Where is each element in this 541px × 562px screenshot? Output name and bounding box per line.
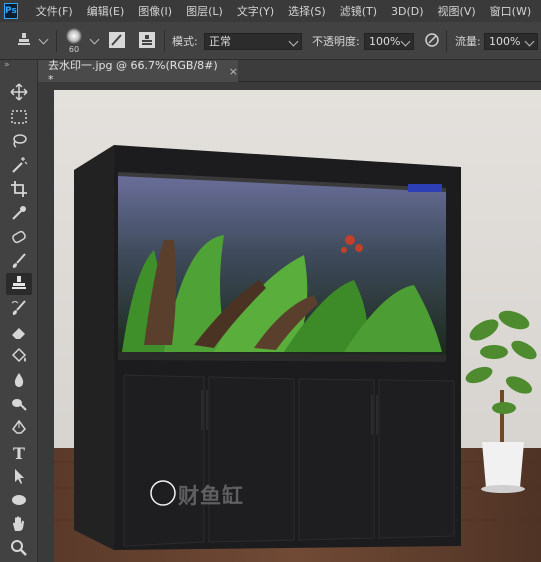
clone-stamp-preset-icon [14,30,34,53]
path-selection-tool[interactable] [6,466,32,488]
brush-preset-picker[interactable]: 60 [66,22,82,60]
brush-tip-icon [66,28,82,44]
hand-icon [10,515,28,536]
lasso-icon [10,132,28,153]
ellipse-tool[interactable] [6,490,32,512]
chevron-down-icon[interactable] [400,36,411,46]
menu-type[interactable]: 文字(Y) [237,3,274,19]
move-icon [10,82,28,104]
zoom-icon [10,539,28,560]
menu-filter[interactable]: 滤镜(T) [340,3,377,19]
mode-value: 正常 [209,35,231,48]
divider [56,30,57,52]
chevron-down-icon [38,34,49,44]
flow-value: 100% [489,34,521,48]
aquarium-photo [54,90,541,562]
blur-icon [10,371,28,392]
brush-panel-icon [108,31,126,52]
type-tool[interactable]: T [6,442,32,464]
divider [446,30,447,52]
healing-brush-icon [10,228,28,249]
crop-icon [10,180,28,201]
menu-image[interactable]: 图像(I) [138,3,172,19]
canvas-area[interactable]: 财鱼缸 [38,82,541,562]
eyedropper-tool[interactable] [6,203,32,225]
ellipse-icon [10,491,28,512]
brush-settings-toggle[interactable] [108,22,126,60]
menu-select[interactable]: 选择(S) [288,3,326,19]
tools-panel: » T [0,60,38,562]
opacity-field[interactable]: 100% [364,32,414,50]
magic-wand-tool[interactable] [6,155,32,177]
divider [164,30,165,52]
paint-bucket-tool[interactable] [6,346,32,368]
document-tab-bar: 去水印一.jpg @ 66.7%(RGB/8#) * × [38,59,541,86]
menu-file[interactable]: 文件(F) [36,3,73,19]
chevron-down-icon[interactable] [524,36,535,46]
collapse-toolbar-button[interactable]: » [4,60,10,72]
close-tab-button[interactable]: × [229,65,238,78]
opacity-value: 100% [369,34,401,48]
flow-label: 流量: [455,35,481,48]
chevron-down-icon[interactable] [89,34,100,44]
menu-edit[interactable]: 编辑(E) [87,3,125,19]
document-canvas[interactable]: 财鱼缸 [54,90,541,562]
history-brush-icon [10,299,28,320]
type-icon: T [13,443,25,463]
healing-brush-tool[interactable] [6,227,32,249]
document-tab[interactable]: 去水印一.jpg @ 66.7%(RGB/8#) * × [38,59,238,86]
mode-dropdown[interactable]: 正常 [204,32,302,50]
flow-field[interactable]: 100% [484,32,538,50]
magic-wand-icon [10,156,28,177]
clone-stamp-icon [10,274,28,295]
history-brush-tool[interactable] [6,298,32,320]
pressure-opacity-toggle[interactable] [424,22,440,60]
menu-bar: Ps 文件(F) 编辑(E) 图像(I) 图层(L) 文字(Y) 选择(S) 滤… [0,0,541,22]
brush-tool[interactable] [6,251,32,273]
pen-pressure-icon [424,32,440,51]
eraser-icon [10,323,28,344]
pen-tool[interactable] [6,418,32,440]
tool-preset-picker[interactable] [14,22,49,60]
clone-source-toggle[interactable] [138,22,156,60]
chevron-down-icon [288,36,299,46]
eraser-tool[interactable] [6,322,32,344]
crop-tool[interactable] [6,179,32,201]
menu-layer[interactable]: 图层(L) [186,3,223,19]
clone-stamp-tool[interactable] [6,273,32,295]
options-bar: 60 模式: 正常 不透明度: 100% 流量: 100% [0,22,541,60]
marquee-tool[interactable] [6,107,32,129]
marquee-icon [10,108,28,129]
paint-bucket-icon [10,347,28,368]
eyedropper-icon [10,204,28,225]
mode-label: 模式: [172,35,198,48]
watermark-text: 财鱼缸 [178,484,244,508]
dodge-icon [10,395,28,416]
brush-icon [10,252,28,273]
menu-3d[interactable]: 3D(D) [391,5,424,18]
brush-size-value: 60 [68,45,80,54]
move-tool[interactable] [6,82,32,104]
photoshop-logo[interactable]: Ps [4,3,18,19]
blur-tool[interactable] [6,370,32,392]
clone-source-icon [138,31,156,52]
path-selection-icon [10,467,28,488]
menu-window[interactable]: 窗口(W) [490,3,531,19]
pen-icon [10,419,28,440]
opacity-label: 不透明度: [312,35,360,48]
hand-tool[interactable] [6,514,32,536]
zoom-tool[interactable] [6,538,32,560]
menu-view[interactable]: 视图(V) [438,3,476,19]
dodge-tool[interactable] [6,394,32,416]
lasso-tool[interactable] [6,131,32,153]
